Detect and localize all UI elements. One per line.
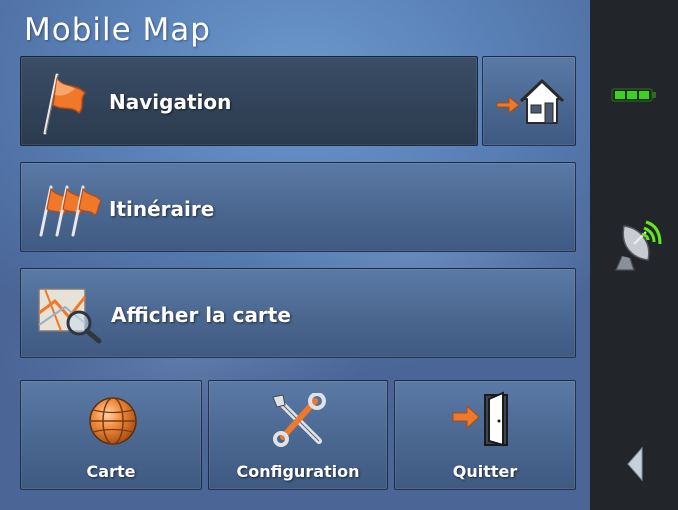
satellite-icon	[615, 220, 662, 271]
globe-icon	[89, 397, 137, 445]
show-map-label: Afficher la carte	[111, 303, 291, 327]
app-title: Mobile Map	[24, 12, 211, 48]
flags-icon	[39, 185, 102, 237]
battery-icon	[611, 88, 656, 102]
map-search-icon	[38, 288, 102, 344]
show-map-button[interactable]: Afficher la carte	[20, 268, 576, 358]
screen: Mobile Map Navigation Itinéraire Affiche…	[0, 0, 678, 510]
itinerary-label: Itinéraire	[109, 197, 215, 221]
itinerary-button[interactable]: Itinéraire	[20, 162, 576, 252]
map-label: Carte	[86, 462, 136, 481]
quit-button[interactable]: Quitter	[394, 380, 576, 490]
arrow-left-icon[interactable]	[626, 446, 644, 482]
status-sidebar	[590, 0, 678, 510]
navigation-label: Navigation	[109, 90, 232, 114]
navigation-button[interactable]: Navigation	[20, 56, 478, 146]
flag-icon	[43, 73, 87, 135]
configuration-button[interactable]: Configuration	[208, 380, 388, 490]
exit-door-icon	[452, 391, 508, 447]
tools-icon	[272, 393, 326, 447]
main-panel: Mobile Map Navigation Itinéraire Affiche…	[0, 0, 590, 510]
configuration-label: Configuration	[236, 462, 360, 481]
quit-label: Quitter	[452, 462, 518, 481]
home-button[interactable]	[482, 56, 576, 146]
home-icon	[496, 79, 565, 124]
map-button[interactable]: Carte	[20, 380, 202, 490]
